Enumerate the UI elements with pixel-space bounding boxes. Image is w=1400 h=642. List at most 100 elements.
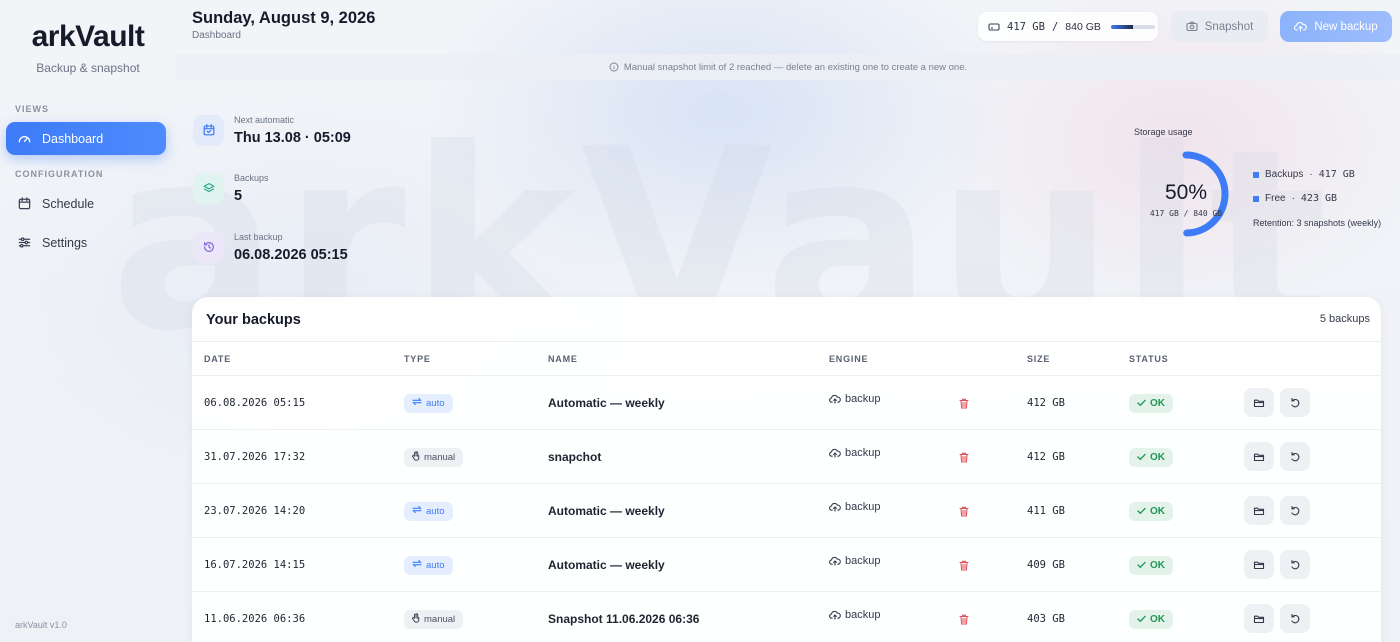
restore-button[interactable] — [1280, 388, 1310, 417]
storage-total: 840 GB — [1065, 20, 1101, 33]
backup-name-text: Snapshot 11.06.2026 06:36 — [548, 612, 700, 626]
storage-amount: 417 GB / 840 GB — [1149, 209, 1223, 218]
undo-icon — [1291, 397, 1300, 407]
type-badge: auto — [404, 555, 453, 575]
status-label: OK — [1150, 613, 1165, 625]
table-row[interactable]: 16.07.2026 14:15 auto Automatic — weekly… — [192, 538, 1381, 592]
type-badge-label: auto — [426, 397, 445, 409]
info-icon — [609, 62, 619, 72]
restore-button[interactable] — [1280, 604, 1310, 633]
legend-separator: · — [1309, 169, 1313, 180]
open-folder-button[interactable] — [1244, 496, 1274, 525]
backup-type: auto — [404, 484, 453, 538]
backup-type: auto — [404, 376, 453, 430]
backup-type: auto — [404, 538, 453, 592]
column-header-name: NAME — [548, 354, 578, 364]
table-row[interactable]: 11.06.2026 06:36 manual Snapshot 11.06.2… — [192, 592, 1381, 642]
column-header-status: STATUS — [1129, 354, 1169, 364]
backup-date-text: 06.08.2026 05:15 — [204, 397, 306, 409]
backup-type: manual — [404, 430, 464, 484]
backup-name-text: Automatic — weekly — [548, 504, 665, 518]
backup-name: Automatic — weekly — [548, 484, 665, 538]
engine-label: backup — [845, 393, 881, 405]
folder-icon — [1253, 561, 1265, 569]
backup-type: manual — [404, 592, 464, 642]
backup-date: 31.07.2026 17:32 — [204, 430, 305, 484]
backups-count: 5 backups — [1319, 313, 1370, 325]
table-header: DATE TYPE NAME ENGINE SIZE STATUS — [192, 341, 1381, 376]
check-icon — [1137, 615, 1146, 623]
backup-date-text: 11.06.2026 06:36 — [204, 613, 306, 625]
column-header-size: SIZE — [1027, 354, 1051, 364]
type-badge-label: auto — [426, 559, 445, 571]
column-header-type: TYPE — [404, 354, 431, 364]
stat-label: Backups — [234, 172, 269, 183]
folder-icon — [1253, 507, 1265, 515]
delete-button[interactable] — [959, 538, 969, 592]
backup-engine: backup — [829, 534, 880, 588]
storage-indicator: 417 GB / 840 GB — [978, 12, 1158, 41]
sidebar-item-schedule[interactable]: Schedule — [6, 187, 166, 220]
storage-usage-title: Storage usage — [1134, 127, 1193, 137]
brand-name: arkVault — [31, 20, 145, 53]
backup-date: 06.08.2026 05:15 — [204, 376, 305, 430]
sidebar-item-settings[interactable]: Settings — [6, 226, 166, 259]
engine-label: backup — [845, 609, 881, 621]
backup-date: 16.07.2026 14:15 — [204, 538, 305, 592]
column-header-engine: ENGINE — [829, 354, 869, 364]
open-folder-button[interactable] — [1244, 388, 1274, 417]
engine-label: backup — [845, 447, 881, 459]
snapshot-button[interactable]: Snapshot — [1171, 11, 1268, 42]
status-badge: OK — [1129, 501, 1173, 521]
sync-icon — [412, 505, 422, 514]
backup-size-text: 412 GB — [1027, 397, 1065, 409]
status-badge: OK — [1129, 393, 1173, 413]
table-row[interactable]: 23.07.2026 14:20 auto Automatic — weekly… — [192, 484, 1381, 538]
type-badge: manual — [404, 609, 464, 629]
retention-policy: Retention: 3 snapshots (weekly) — [1253, 218, 1382, 228]
restore-button[interactable] — [1280, 442, 1310, 471]
storage-percent: 50% — [1164, 181, 1208, 204]
page-title: Sunday, August 9, 2026 — [192, 9, 376, 27]
backup-name: snapchot — [548, 430, 601, 484]
table-row[interactable]: 31.07.2026 17:32 manual snapchot backup … — [192, 430, 1381, 484]
sidebar-item-label: Schedule — [42, 196, 95, 211]
backup-status: OK — [1129, 484, 1173, 538]
delete-button[interactable] — [959, 376, 969, 430]
legend-free: Free · 423 GB — [1253, 193, 1337, 204]
table-row[interactable]: 06.08.2026 05:15 auto Automatic — weekly… — [192, 376, 1381, 430]
backup-engine: backup — [829, 426, 880, 480]
sliders-icon — [18, 237, 31, 248]
new-backup-button[interactable]: New backup — [1280, 11, 1392, 42]
check-icon — [1137, 399, 1146, 407]
cloud-upload-icon — [829, 610, 841, 620]
restore-button[interactable] — [1280, 550, 1310, 579]
backup-status: OK — [1129, 592, 1173, 642]
sync-icon — [412, 397, 422, 406]
check-icon — [1137, 453, 1146, 461]
drive-icon — [988, 22, 1000, 31]
stat-icon-box — [193, 231, 224, 263]
sidebar-item-dashboard[interactable]: Dashboard — [6, 122, 166, 155]
gauge-icon — [18, 136, 31, 143]
open-folder-button[interactable] — [1244, 604, 1274, 633]
legend-value: 417 GB — [1318, 169, 1355, 180]
delete-button[interactable] — [959, 484, 969, 538]
delete-button[interactable] — [959, 430, 969, 484]
restore-button[interactable] — [1280, 496, 1310, 525]
status-badge: OK — [1129, 447, 1173, 467]
cloud-upload-icon — [829, 556, 841, 566]
sync-icon — [412, 559, 422, 568]
notice-text: Manual snapshot limit of 2 reached — del… — [623, 61, 968, 73]
open-folder-button[interactable] — [1244, 550, 1274, 579]
delete-button[interactable] — [959, 592, 969, 642]
backup-name-text: Automatic — weekly — [548, 558, 665, 572]
legend-name: Free — [1265, 193, 1286, 204]
backup-name-text: Automatic — weekly — [548, 396, 665, 410]
backup-engine: backup — [829, 480, 880, 534]
backup-date-text: 23.07.2026 14:20 — [204, 505, 306, 517]
folder-icon — [1253, 399, 1265, 407]
status-label: OK — [1150, 505, 1165, 517]
open-folder-button[interactable] — [1244, 442, 1274, 471]
folder-icon — [1253, 615, 1265, 623]
